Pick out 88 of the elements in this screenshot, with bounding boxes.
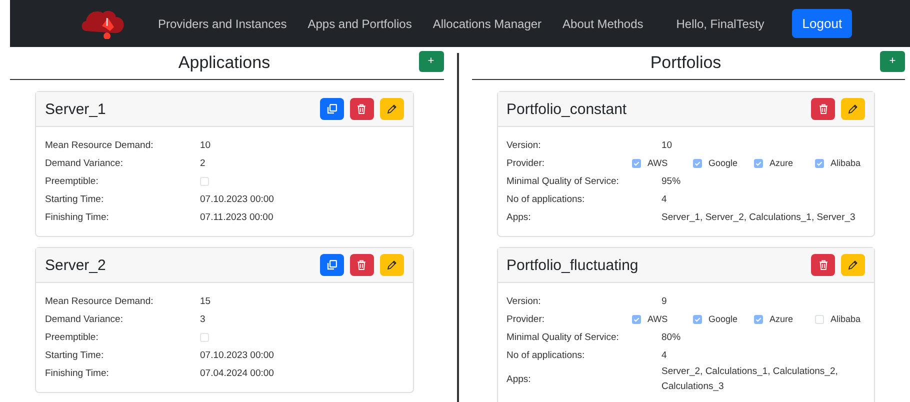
copy-button[interactable] — [320, 254, 344, 276]
field-label: Apps: — [506, 212, 532, 222]
field-label: Preemptible: — [45, 332, 100, 342]
edit-button[interactable] — [380, 98, 404, 120]
add-button[interactable]: + — [418, 50, 444, 72]
field-value: Server_2, Calculations_1, Calculations_2, Calculations_3 — [662, 365, 839, 394]
field-label: Mean Resource Demand: — [45, 296, 154, 306]
checkbox[interactable] — [814, 158, 824, 168]
trash-icon — [818, 104, 828, 114]
checkbox[interactable] — [200, 332, 209, 342]
field-value: 10 — [662, 138, 672, 152]
field-value: 07.10.2023 00:00 — [200, 348, 274, 362]
field-value: 3 — [200, 312, 206, 326]
field-label: Preemptible: — [45, 176, 100, 186]
field-label: No of applications: — [506, 194, 586, 204]
provider-label: AWS — [648, 314, 668, 324]
edit-button[interactable] — [841, 98, 865, 120]
delete-button[interactable] — [811, 254, 835, 276]
copy-icon — [326, 260, 336, 270]
field-label: Demand Variance: — [45, 314, 124, 324]
checkbox[interactable] — [692, 158, 702, 168]
trash-icon — [357, 260, 366, 270]
delete-button[interactable] — [350, 254, 374, 276]
pencil-icon — [848, 260, 858, 270]
field-label: Provider: — [506, 314, 546, 324]
section-title: Portfolios — [649, 53, 722, 73]
field-value: 15 — [200, 294, 211, 308]
field-label: Apps: — [506, 374, 532, 384]
checkbox[interactable] — [814, 314, 824, 324]
edit-button[interactable] — [841, 254, 865, 276]
provider-label: Alibaba — [830, 314, 861, 324]
field-value: 4 — [662, 348, 667, 362]
field-value: 10 — [200, 138, 211, 152]
field-label: Finishing Time: — [45, 212, 110, 222]
delete-button[interactable] — [811, 98, 835, 120]
field-value: 07.04.2024 00:00 — [200, 366, 274, 380]
checkbox[interactable] — [632, 158, 640, 168]
nav-link[interactable]: Allocations Manager — [432, 16, 542, 30]
copy-icon — [326, 104, 336, 114]
greeting-text: Hello, FinalTesty — [676, 16, 764, 30]
checkbox[interactable] — [754, 314, 762, 324]
section-title: Applications — [177, 53, 272, 73]
edit-button[interactable] — [380, 254, 404, 276]
nav-link[interactable]: Providers and Instances — [158, 16, 287, 30]
checkbox[interactable] — [200, 176, 209, 186]
card-title: Portfolio_constant — [506, 100, 628, 118]
field-label: Version: — [506, 296, 542, 306]
field-value: Server_1, Server_2, Calculations_1, Server_3 — [662, 210, 856, 224]
field-label: Demand Variance: — [45, 158, 124, 168]
field-value: 9 — [662, 294, 667, 308]
logout-button[interactable]: Logout — [792, 9, 852, 38]
checkbox[interactable] — [632, 314, 640, 324]
provider-label: Azure — [770, 314, 794, 324]
provider-label: Google — [708, 314, 738, 324]
field-label: No of applications: — [506, 350, 586, 360]
card-title: Server_1 — [45, 100, 107, 118]
provider-label: Azure — [770, 158, 794, 168]
field-label: Starting Time: — [45, 194, 105, 204]
nav-link[interactable]: Apps and Portfolios — [308, 16, 412, 30]
trash-icon — [357, 104, 366, 114]
field-value: 80% — [662, 330, 681, 344]
card-title: Portfolio_fluctuating — [506, 256, 640, 274]
field-label: Starting Time: — [45, 350, 105, 360]
field-label: Version: — [506, 140, 542, 150]
pencil-icon — [386, 104, 396, 114]
pencil-icon — [386, 260, 396, 270]
pencil-icon — [848, 104, 858, 114]
provider-label: Google — [708, 158, 738, 168]
checkbox[interactable] — [754, 158, 762, 168]
copy-button[interactable] — [320, 98, 344, 120]
field-value: 2 — [200, 156, 206, 170]
field-label: Mean Resource Demand: — [45, 140, 154, 150]
provider-label: AWS — [648, 158, 668, 168]
field-value: 07.11.2023 00:00 — [200, 210, 274, 224]
field-value: 4 — [662, 192, 667, 206]
card-title: Server_2 — [45, 256, 107, 274]
field-label: Minimal Quality of Service: — [506, 332, 620, 342]
trash-icon — [818, 260, 828, 270]
delete-button[interactable] — [350, 98, 374, 120]
field-label: Minimal Quality of Service: — [506, 176, 620, 186]
field-value: 07.10.2023 00:00 — [200, 192, 274, 206]
provider-label: Alibaba — [830, 158, 861, 168]
add-button[interactable]: + — [880, 50, 905, 72]
nav-link[interactable]: About Methods — [562, 16, 644, 30]
field-value: 95% — [662, 174, 681, 188]
field-label: Provider: — [506, 158, 546, 168]
checkbox[interactable] — [692, 314, 702, 324]
field-label: Finishing Time: — [45, 368, 110, 378]
